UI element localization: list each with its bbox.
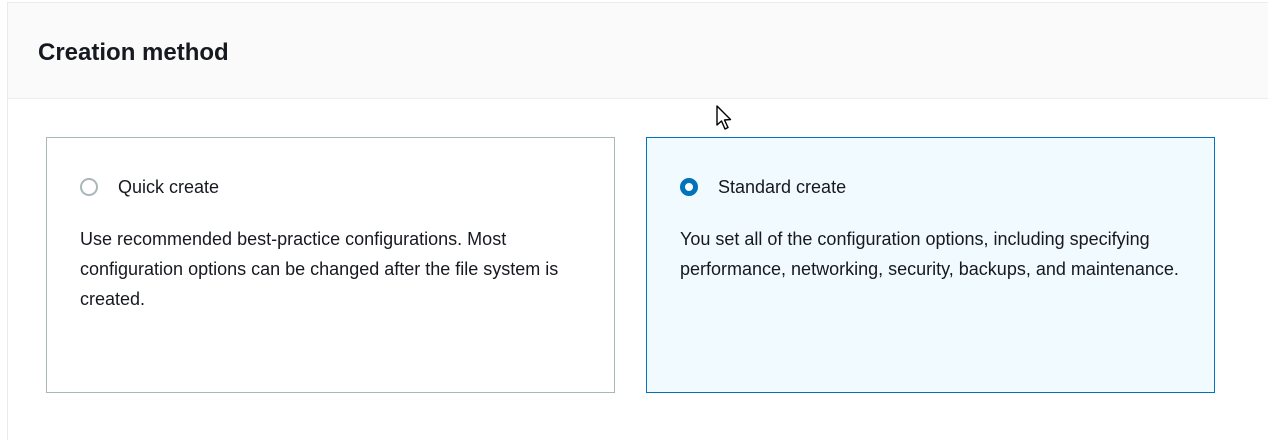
standard-create-radio[interactable] <box>680 178 698 196</box>
quick-create-radio[interactable] <box>80 178 98 196</box>
quick-create-option[interactable]: Quick create Use recommended best-practi… <box>46 137 615 393</box>
panel-header: Creation method <box>8 3 1268 99</box>
panel-title: Creation method <box>38 39 229 66</box>
quick-create-description: Use recommended best-practice configurat… <box>80 229 559 309</box>
mouse-pointer-icon <box>716 105 732 130</box>
quick-create-label: Quick create <box>118 177 220 197</box>
standard-create-description: You set all of the configuration options… <box>680 229 1179 279</box>
standard-create-option[interactable]: Standard create You set all of the confi… <box>646 137 1215 393</box>
standard-create-label: Standard create <box>718 177 847 197</box>
